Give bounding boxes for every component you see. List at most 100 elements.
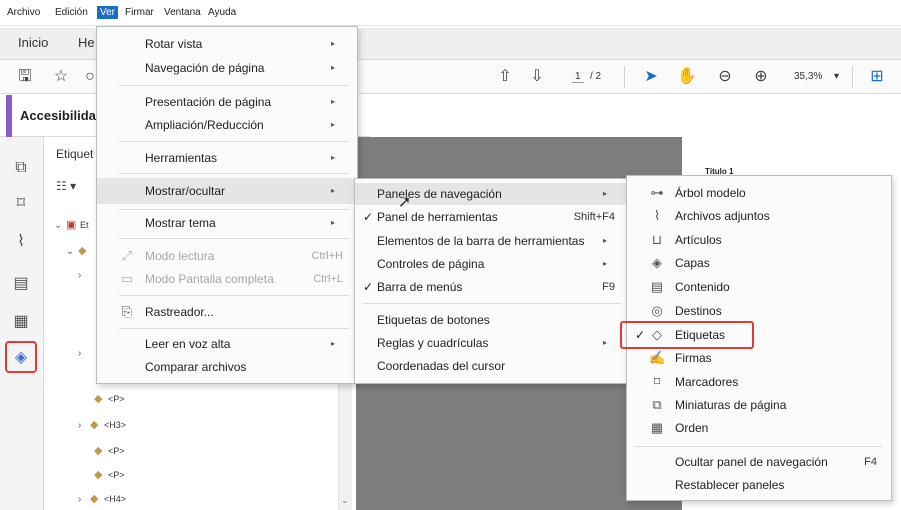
prev-page-icon[interactable]: ⇧ xyxy=(494,66,516,88)
tag-tree-row[interactable]: ◆ <P> xyxy=(82,391,125,407)
tag-tree-row[interactable]: › ◆ <H3> xyxy=(78,417,126,433)
bookmark-icon[interactable]: ⌑ xyxy=(10,193,32,215)
tag-icon: ◆ xyxy=(90,419,99,431)
menu-item-orden[interactable]: ▦ Orden xyxy=(627,417,891,439)
menu-separator xyxy=(119,209,349,210)
menu-item-ocultar-panel[interactable]: Ocultar panel de navegación F4 xyxy=(627,451,891,473)
menu-ver[interactable]: Ver xyxy=(97,6,119,19)
menu-separator xyxy=(635,446,883,447)
menu-item-reglas-cuadriculas[interactable]: Reglas y cuadrículas ▸ xyxy=(355,332,629,354)
panel-title: Accesibilida xyxy=(20,108,96,123)
menu-item-modo-lectura: ⤢ Modo lectura Ctrl+H xyxy=(97,245,357,267)
pages-icon[interactable]: ⧉ xyxy=(10,157,32,179)
menu-item-herramientas[interactable]: Herramientas ▸ xyxy=(97,147,357,169)
zoom-in-icon[interactable]: ⊕ xyxy=(750,66,772,88)
menu-item-arbol-modelo[interactable]: ⊶ Árbol modelo xyxy=(627,182,891,204)
tag-icon[interactable]: ◈ xyxy=(10,347,32,369)
signature-icon: ✍ xyxy=(649,350,666,365)
menu-item-elementos-barra[interactable]: Elementos de la barra de herramientas ▸ xyxy=(355,230,629,252)
menu-ayuda[interactable]: Ayuda xyxy=(205,6,239,19)
star-icon[interactable]: ☆ xyxy=(50,66,72,88)
document-icon[interactable]: ▤ xyxy=(10,273,32,295)
menu-item-presentacion-pagina[interactable]: Presentación de página ▸ xyxy=(97,91,357,113)
select-arrow-icon[interactable]: ➤ xyxy=(640,66,662,88)
reading-mode-icon: ⤢ xyxy=(121,248,133,263)
tag-tree-row[interactable]: ⌄ ▣ Et xyxy=(54,217,89,233)
page-total: / 2 xyxy=(590,71,602,82)
tag-tree-row[interactable]: › xyxy=(78,345,90,361)
menu-item-barra-menus[interactable]: ✓ Barra de menús F9 xyxy=(355,276,629,298)
menu-item-capas[interactable]: ◈ Capas xyxy=(627,252,891,274)
menu-separator xyxy=(119,328,349,329)
menu-separator xyxy=(119,85,349,86)
zoom-out-icon[interactable]: ⊖ xyxy=(714,66,736,88)
tree-model-icon: ⊶ xyxy=(650,185,664,200)
tag-tree-row[interactable]: › xyxy=(78,267,90,283)
menu-firmar[interactable]: Firmar xyxy=(122,6,157,19)
menu-item-ampliacion-reduccion[interactable]: Ampliación/Reducción ▸ xyxy=(97,114,357,136)
tracker-icon: ⎘ xyxy=(121,304,133,319)
zoom-dropdown-arrow[interactable]: ▾ xyxy=(834,71,839,82)
order-icon[interactable]: ▦ xyxy=(10,311,32,333)
articles-icon: ⊔ xyxy=(651,232,663,247)
fit-page-icon[interactable]: ⊞ xyxy=(866,66,888,88)
tab-inicio[interactable]: Inicio xyxy=(18,35,48,50)
tag-icon: ◆ xyxy=(94,469,103,481)
zoom-level[interactable]: 35,3% xyxy=(794,71,822,82)
tab-herramientas[interactable]: He xyxy=(78,35,95,50)
tag-tree-row[interactable]: ◆ <P> xyxy=(82,443,125,459)
pdf-icon: ▣ xyxy=(66,219,77,231)
menu-item-coordenadas-cursor[interactable]: Coordenadas del cursor xyxy=(355,355,629,377)
next-page-icon[interactable]: ⇩ xyxy=(526,66,548,88)
tag-tree-row[interactable]: › ◆ <H4> xyxy=(78,491,126,507)
menu-separator xyxy=(119,173,349,174)
menu-item-panel-herramientas[interactable]: ✓ Panel de herramientas Shift+F4 xyxy=(355,206,629,228)
menu-item-rotar-vista[interactable]: Rotar vista ▸ xyxy=(97,33,357,55)
menu-item-mostrar-tema[interactable]: Mostrar tema ▸ xyxy=(97,212,357,234)
menu-edicion[interactable]: Edición xyxy=(52,6,91,19)
hand-icon[interactable]: ✋ xyxy=(676,66,698,88)
menu-item-controles-pagina[interactable]: Controles de página ▸ xyxy=(355,253,629,275)
paperclip-icon[interactable]: ⌇ xyxy=(10,231,32,253)
menu-item-etiquetas-botones[interactable]: Etiquetas de botones xyxy=(355,309,629,331)
left-rail: ⧉ ⌑ ⌇ ▤ ▦ ◈ xyxy=(0,137,44,510)
menu-item-leer-en-voz-alta[interactable]: Leer en voz alta ▸ xyxy=(97,333,357,355)
mostrar-ocultar-submenu: Paneles de navegación ▸ ✓ Panel de herrami… xyxy=(354,178,630,384)
menu-item-marcadores[interactable]: ⌑ Marcadores xyxy=(627,371,891,393)
tag-icon: ◆ xyxy=(94,445,103,457)
paperclip-icon: ⌇ xyxy=(653,208,661,223)
scroll-down-icon[interactable]: ⌄ xyxy=(341,495,349,506)
tag-tree-row[interactable]: ⌄ ◆ xyxy=(66,243,92,259)
menu-item-firmas[interactable]: ✍ Firmas xyxy=(627,347,891,369)
print-icon[interactable]: ○ xyxy=(84,66,96,88)
menu-item-navegacion-pagina[interactable]: Navegación de página ▸ xyxy=(97,57,357,79)
fullscreen-icon: ▭ xyxy=(120,271,134,286)
menu-item-archivos-adjuntos[interactable]: ⌇ Archivos adjuntos xyxy=(627,205,891,227)
toolbar-divider xyxy=(624,66,625,88)
menu-item-restablecer-paneles[interactable]: Restablecer paneles xyxy=(627,474,891,496)
menu-separator xyxy=(119,141,349,142)
page-number-input[interactable]: 1 xyxy=(572,71,584,83)
menu-item-paneles-navegacion[interactable]: Paneles de navegación ▸ xyxy=(355,183,629,205)
menu-item-rastreador[interactable]: ⎘ Rastreador... xyxy=(97,301,357,323)
menu-separator xyxy=(119,295,349,296)
menu-item-pantalla-completa: ▭ Modo Pantalla completa Ctrl+L xyxy=(120,271,343,286)
menu-item-comparar-archivos[interactable]: Comparar archivos xyxy=(97,356,357,378)
content-icon: ▤ xyxy=(650,279,664,294)
tag-icon: ◆ xyxy=(94,393,103,405)
etiquetas-highlight-box xyxy=(620,321,754,349)
options-menu-icon[interactable]: ☷ ▾ xyxy=(56,179,76,193)
menu-item-articulos[interactable]: ⊔ Artículos xyxy=(627,229,891,251)
menu-item-mostrar-ocultar[interactable]: Mostrar/ocultar ▸ xyxy=(97,178,357,204)
tag-tree-row[interactable]: ◆ <P> xyxy=(82,467,125,483)
menu-item-contenido[interactable]: ▤ Contenido xyxy=(627,276,891,298)
toolbar-divider xyxy=(852,66,853,88)
menu-archivo[interactable]: Archivo xyxy=(4,6,43,19)
menu-item-destinos[interactable]: ◎ Destinos xyxy=(627,300,891,322)
bookmark-icon: ⌑ xyxy=(653,374,661,389)
save-icon[interactable]: 🖫 xyxy=(14,66,36,88)
menu-ventana[interactable]: Ventana xyxy=(161,6,204,19)
thumbnails-icon: ⧉ xyxy=(652,397,662,412)
tags-panel-header: Etiquet xyxy=(56,147,94,161)
menu-item-miniaturas-pagina[interactable]: ⧉ Miniaturas de página xyxy=(627,394,891,416)
